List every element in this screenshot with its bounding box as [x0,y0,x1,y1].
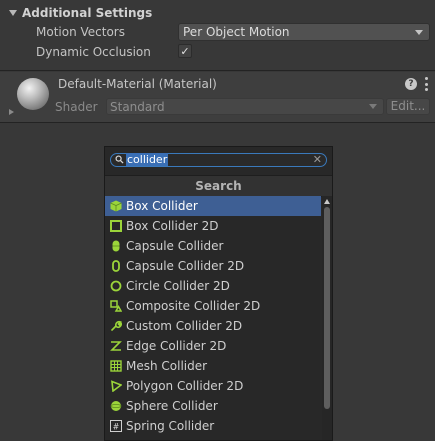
more-options-icon[interactable] [424,77,428,91]
item-label: Box Collider [126,199,198,213]
material-name: Default-Material (Material) [58,77,217,91]
motion-vectors-label: Motion Vectors [36,25,125,39]
composite-collider-2d-icon [110,300,122,312]
list-item-sphere-collider[interactable]: Sphere Collider [105,396,321,416]
list-item-box-collider-2d[interactable]: Box Collider 2D [105,216,321,236]
item-label: Capsule Collider [126,239,224,253]
circle-collider-2d-icon [110,280,122,292]
item-label: Circle Collider 2D [126,279,230,293]
item-label: Polygon Collider 2D [126,379,244,393]
scrollbar-thumb[interactable] [324,207,330,409]
motion-vectors-dropdown[interactable]: Per Object Motion [178,23,430,41]
list-item-circle-collider-2d[interactable]: Circle Collider 2D [105,276,321,296]
item-label: Capsule Collider 2D [126,259,245,273]
help-icon[interactable]: ? [405,78,417,90]
capsule-collider-icon [112,240,120,252]
polygon-collider-2d-icon [111,380,122,392]
mesh-collider-icon [110,360,122,372]
material-divider [0,122,435,123]
list-item-polygon-collider-2d[interactable]: Polygon Collider 2D [105,376,321,396]
shader-value: Standard [110,100,165,114]
shader-label: Shader [55,100,98,114]
motion-vectors-value: Per Object Motion [183,25,290,39]
scroll-up-arrow-icon[interactable] [324,199,330,204]
list-item-box-collider[interactable]: Box Collider [105,196,321,216]
checkmark-icon: ✓ [180,45,190,58]
item-label: Edge Collider 2D [126,339,227,353]
list-item-mesh-collider[interactable]: Mesh Collider [105,356,321,376]
list-item-edge-collider-2d[interactable]: Edge Collider 2D [105,336,321,356]
add-component-popup: collider ✕ Search Box Collider Box Colli… [104,146,333,441]
custom-collider-2d-icon [111,320,122,331]
capsule-collider-2d-icon [112,260,120,272]
list-item-composite-collider-2d[interactable]: Composite Collider 2D [105,296,321,316]
motion-vectors-row: Motion Vectors Per Object Motion [0,22,435,42]
sphere-collider-icon [110,401,122,411]
search-icon [115,155,124,164]
list-item-spring-collider[interactable]: # Spring Collider [105,416,321,436]
svg-text:#: # [113,423,119,433]
item-label: Mesh Collider [126,359,208,373]
dynamic-occlusion-row: Dynamic Occlusion ✓ [0,42,435,62]
chevron-down-icon [415,30,423,35]
dynamic-occlusion-label: Dynamic Occlusion [36,45,151,59]
list-item-custom-collider-2d[interactable]: Custom Collider 2D [105,316,321,336]
popup-title: Search [105,175,332,197]
spring-collider-icon: # [110,420,122,432]
additional-settings-title: Additional Settings [22,6,153,20]
item-label: Spring Collider [126,419,215,433]
search-input[interactable]: collider ✕ [110,153,327,167]
search-value: collider [126,153,169,166]
box-collider-icon [110,200,122,212]
box-collider-2d-icon [110,220,122,232]
material-preview-icon [17,78,49,110]
list-item-capsule-collider[interactable]: Capsule Collider [105,236,321,256]
list-item-capsule-collider-2d[interactable]: Capsule Collider 2D [105,256,321,276]
foldout-arrow-icon[interactable] [9,10,17,16]
dynamic-occlusion-checkbox[interactable]: ✓ [178,44,192,58]
clear-icon[interactable]: ✕ [313,153,322,166]
item-label: Custom Collider 2D [126,319,243,333]
edit-shader-button[interactable]: Edit... [386,98,430,115]
shader-dropdown[interactable]: Standard [106,98,384,115]
item-label: Box Collider 2D [126,219,219,233]
material-foldout-icon[interactable] [9,109,14,115]
item-label: Composite Collider 2D [126,299,261,313]
list-scrollbar[interactable] [322,196,332,440]
chevron-down-icon [369,104,377,109]
item-label: Sphere Collider [126,399,218,413]
section-divider [0,70,435,71]
additional-settings-foldout[interactable]: Additional Settings [0,4,435,22]
material-header: Default-Material (Material) ? Shader Sta… [0,72,435,122]
component-list: Box Collider Box Collider 2D Capsule Col… [105,196,321,436]
edge-collider-2d-icon [110,341,122,351]
